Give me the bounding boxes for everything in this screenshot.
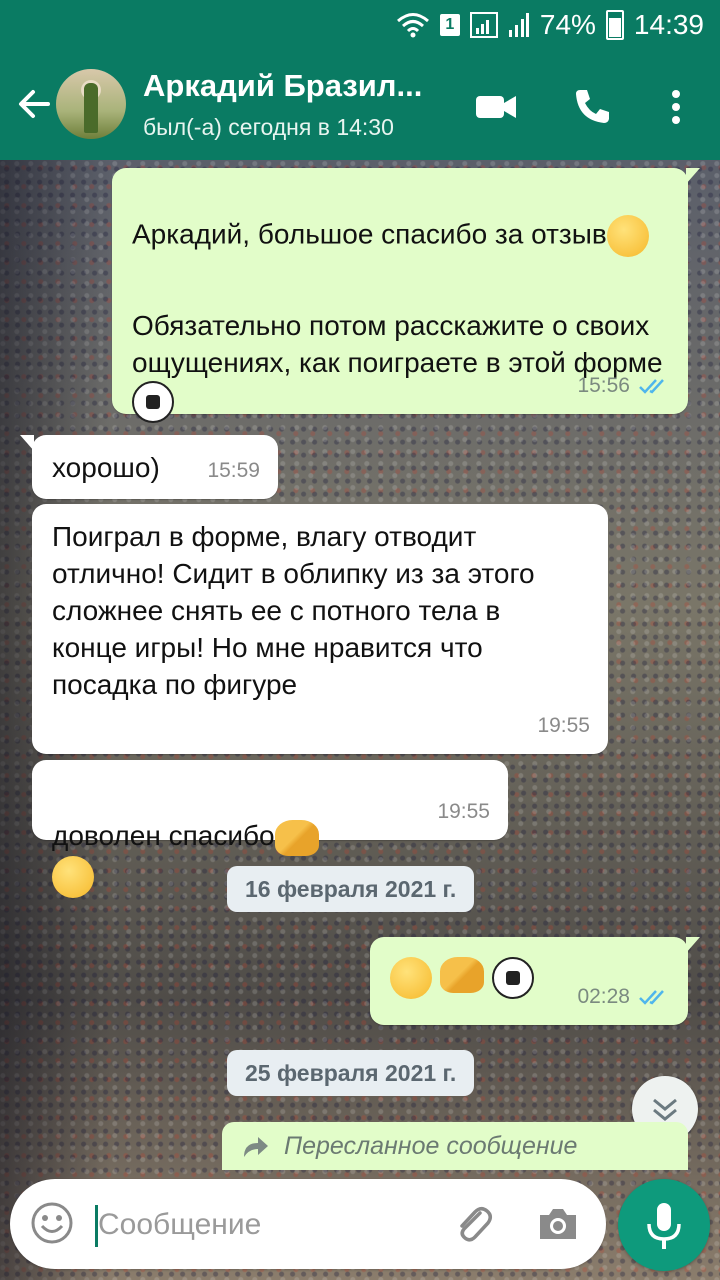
message-composer <box>10 1179 606 1269</box>
more-vertical-icon[interactable] <box>664 86 688 126</box>
clock: 14:39 <box>633 9 704 40</box>
status-icons: 1 74% 14:39 <box>396 6 704 44</box>
message-incoming[interactable]: доволен спасибо 19:55 <box>32 760 508 898</box>
paperclip-icon[interactable] <box>450 1201 496 1247</box>
message-input[interactable] <box>96 1197 430 1253</box>
chat-header: Аркадий Бразил... был(-а) сегодня в 14:3… <box>0 50 720 160</box>
read-ticks-icon <box>638 377 670 395</box>
handshake-emoji-icon <box>440 957 484 993</box>
read-ticks-icon <box>638 988 670 1006</box>
contact-name[interactable]: Аркадий Бразил... <box>143 68 422 104</box>
forwarded-label: Пересланное сообщение <box>284 1131 578 1160</box>
arrow-left-icon[interactable] <box>14 84 54 124</box>
message-time: 02:28 <box>577 985 630 1008</box>
smile-emoji-icon <box>390 957 432 999</box>
soccer-ball-emoji-icon <box>492 957 534 999</box>
message-text: доволен спасибо <box>52 820 275 851</box>
battery-icon <box>605 10 624 40</box>
sim-badge: 1 <box>439 14 460 36</box>
voice-record-button[interactable] <box>618 1179 710 1271</box>
forwarded-message[interactable]: Пересланное сообщение <box>222 1122 688 1170</box>
forward-arrow-icon <box>240 1133 270 1159</box>
message-time: 19:55 <box>537 714 590 737</box>
wifi-icon <box>396 12 430 38</box>
emoji-icon[interactable] <box>30 1201 74 1245</box>
soccer-ball-emoji-icon <box>132 381 174 423</box>
message-text: Поиграл в форме, влагу отводит отлично! … <box>52 521 535 700</box>
message-incoming[interactable]: Поиграл в форме, влагу отводит отлично! … <box>32 504 608 754</box>
message-incoming[interactable]: хорошо) 15:59 <box>20 435 278 499</box>
phone-icon[interactable] <box>572 86 616 126</box>
avatar[interactable] <box>56 69 126 139</box>
camera-icon[interactable] <box>536 1203 580 1243</box>
battery-percent: 74% <box>539 9 596 40</box>
signal-icon <box>469 12 498 38</box>
smile-emoji-icon <box>606 215 649 257</box>
signal-bars-icon <box>508 12 530 38</box>
relieved-emoji-icon <box>52 855 94 898</box>
message-outgoing[interactable]: Аркадий, большое спасибо за отзыв Обязат… <box>112 168 700 423</box>
handshake-emoji-icon <box>274 819 319 856</box>
message-time: 19:55 <box>437 800 490 823</box>
date-separator: 16 февраля 2021 г. <box>227 866 475 912</box>
date-separator: 25 февраля 2021 г. <box>227 1050 475 1096</box>
message-text: хорошо) <box>52 452 160 483</box>
message-time: 15:59 <box>207 459 260 482</box>
message-text: Аркадий, большое спасибо за отзыв <box>132 218 607 250</box>
status-bar: 1 74% 14:39 <box>0 0 720 50</box>
message-outgoing[interactable]: 02:28 <box>370 937 700 1025</box>
microphone-icon <box>647 1203 681 1249</box>
video-camera-icon[interactable] <box>474 86 518 126</box>
message-time: 15:56 <box>577 374 630 397</box>
last-seen-status: был(-а) сегодня в 14:30 <box>143 114 394 140</box>
